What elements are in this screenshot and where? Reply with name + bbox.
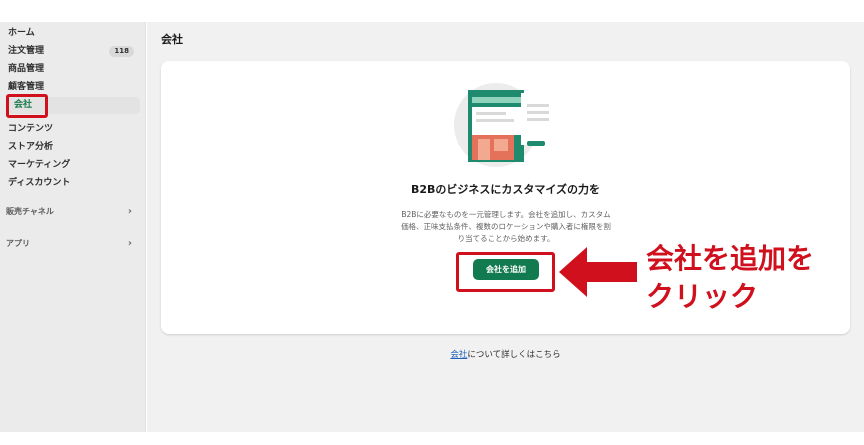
top-bar [0, 0, 864, 22]
description-line: り当てることから始めます。 [457, 234, 555, 243]
sidebar-item-marketing[interactable]: マーケティング [6, 157, 140, 174]
arrow-left-icon [559, 247, 637, 297]
sidebar-item-discounts[interactable]: ディスカウント [6, 175, 140, 192]
learn-more-suffix: について詳しくはこちら [467, 350, 561, 360]
annotation-line: 会社を追加を [646, 242, 815, 275]
sidebar-item-products[interactable]: 商品管理 [6, 61, 140, 78]
sidebar: ホーム 注文管理 118 商品管理 顧客管理 会社 コンテンツ ストア分析 マー… [0, 22, 146, 432]
sidebar-item-home[interactable]: ホーム [6, 25, 140, 42]
sidebar-item-label: コンテンツ [8, 124, 54, 134]
storefront-illustration [454, 83, 553, 167]
sidebar-item-content[interactable]: コンテンツ [6, 121, 140, 138]
section-label: 販売チャネル [6, 207, 54, 216]
annotation-text: 会社を追加を クリック [646, 240, 856, 316]
sidebar-item-label: 顧客管理 [8, 82, 45, 92]
sidebar-item-label: 商品管理 [8, 64, 45, 74]
sidebar-item-label: マーケティング [8, 160, 71, 170]
chevron-right-icon: › [127, 206, 132, 217]
annotation-line: クリック [646, 280, 759, 313]
chevron-right-icon: › [127, 238, 132, 249]
learn-more-link[interactable]: 会社 [450, 350, 467, 360]
description-line: 価格、正味支払条件、複数のロケーションや購入者に権限を割 [401, 222, 611, 231]
sidebar-item-label: ディスカウント [8, 178, 71, 188]
highlight-box-companies [6, 94, 48, 118]
sidebar-item-orders[interactable]: 注文管理 118 [6, 43, 140, 60]
bottom-strip [0, 432, 864, 445]
sidebar-item-label: 注文管理 [8, 46, 45, 56]
learn-more-text: 会社について詳しくはこちら [147, 348, 864, 360]
page-title: 会社 [161, 33, 183, 46]
section-label: アプリ [6, 239, 30, 248]
sidebar-item-label: ストア分析 [8, 142, 54, 152]
orders-count-badge: 118 [109, 46, 134, 57]
sidebar-section-apps[interactable]: アプリ › [6, 237, 136, 251]
empty-state-heading: B2Bのビジネスにカスタマイズの力を [410, 183, 601, 196]
empty-state-description: B2Bに必要なものを一元管理します。会社を追加し、カスタム 価格、正味支払条件、… [366, 209, 646, 245]
sidebar-item-analytics[interactable]: ストア分析 [6, 139, 140, 156]
sidebar-item-label: ホーム [8, 28, 35, 38]
highlight-box-add-button [456, 252, 555, 292]
sidebar-section-sales-channels[interactable]: 販売チャネル › [6, 205, 136, 219]
description-line: B2Bに必要なものを一元管理します。会社を追加し、カスタム [401, 210, 611, 219]
main-content: 会社 B2Bのビジネスにカスタマイズの力を B2Bに必要なものを一元管理します。… [147, 22, 864, 432]
